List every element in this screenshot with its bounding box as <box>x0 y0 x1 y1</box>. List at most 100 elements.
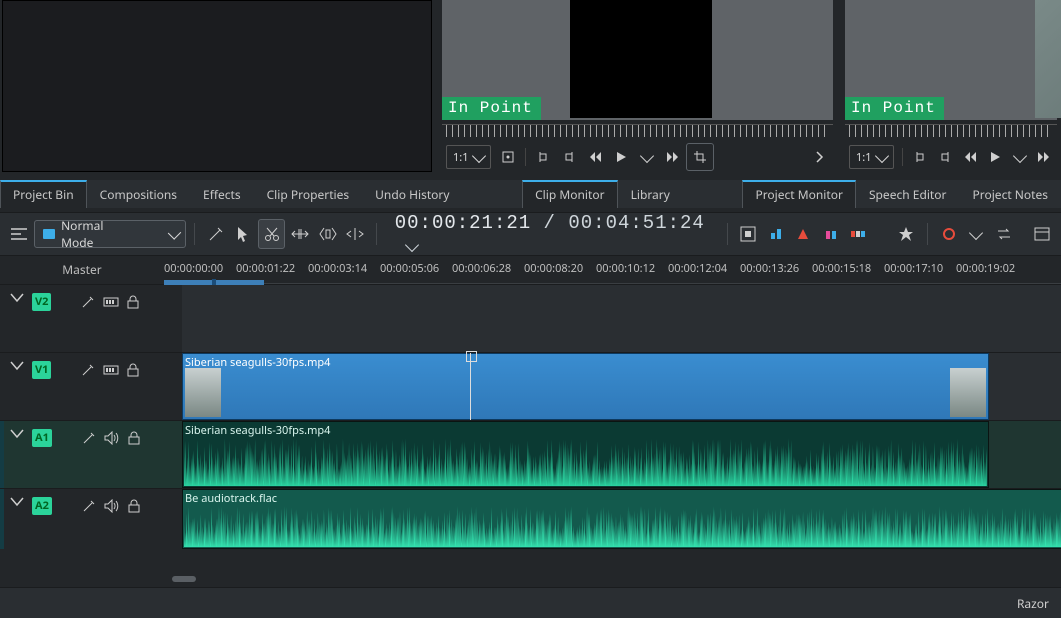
forward-icon[interactable] <box>660 144 686 170</box>
razor-tool-icon[interactable] <box>258 219 286 249</box>
track-body[interactable]: Be audiotrack.flac <box>182 489 1061 549</box>
in-point-badge: In Point <box>442 97 541 120</box>
clip-monitor-ruler[interactable] <box>442 122 833 140</box>
collapse-icon[interactable] <box>10 361 24 371</box>
edit-mode-select[interactable]: Normal Mode <box>34 220 186 248</box>
timeline: Master 00:00:00:00 00:00:01:22 00:00:03:14… <box>0 256 1061 586</box>
lock-icon[interactable] <box>128 431 140 445</box>
visibility-icon[interactable] <box>103 363 119 377</box>
ruler-label: 00:00:17:10 <box>884 261 943 276</box>
ruler-label: 00:00:01:22 <box>236 261 295 276</box>
set-out-icon[interactable] <box>932 144 957 170</box>
mix-icon[interactable] <box>736 220 762 248</box>
tab-clip-monitor[interactable]: Clip Monitor <box>522 180 617 208</box>
status-bar: Razor <box>0 587 1061 618</box>
audio-clip[interactable]: Be audiotrack.flac <box>182 489 1061 549</box>
clip-monitor-canvas[interactable]: In Point <box>442 0 833 120</box>
visibility-icon[interactable] <box>103 295 119 309</box>
zone-in-icon[interactable] <box>495 144 521 170</box>
marker-blue-icon[interactable] <box>763 220 789 248</box>
track-body[interactable]: Siberian seagulls-30fps.mp4 <box>182 353 1061 420</box>
track-v1: V1 Siberian seagulls-30fps.mp4 <box>0 352 1061 420</box>
track-body[interactable]: Siberian seagulls-30fps.mp4 <box>182 421 1061 488</box>
favorite-icon[interactable] <box>893 220 919 248</box>
effects-icon[interactable] <box>82 431 96 445</box>
video-clip[interactable]: Siberian seagulls-30fps.mp4 <box>182 353 989 420</box>
timeline-scrollbar[interactable] <box>164 574 1061 584</box>
collapse-icon[interactable] <box>10 497 24 507</box>
ruler-label: 00:00:13:26 <box>740 261 799 276</box>
set-out-icon[interactable] <box>556 144 582 170</box>
tab-project-notes[interactable]: Project Notes <box>959 181 1061 208</box>
project-zoom-select[interactable]: 1:1 <box>849 145 894 169</box>
marker-red-icon[interactable] <box>791 220 817 248</box>
set-in-icon[interactable] <box>530 144 556 170</box>
left-panel-tabs: Project BinCompositionsEffectsClip Prope… <box>0 180 463 208</box>
ripple-tool-icon[interactable] <box>342 220 368 248</box>
current-tool-label: Razor <box>1017 595 1049 612</box>
track-tag[interactable]: A2 <box>32 497 52 515</box>
play-icon[interactable] <box>982 144 1007 170</box>
marker-pink-icon[interactable] <box>818 220 844 248</box>
project-monitor-panel: In Point 1:1 <box>841 0 1061 176</box>
tab-library[interactable]: Library <box>618 181 683 208</box>
tab-undo-history[interactable]: Undo History <box>362 181 462 208</box>
wand-icon[interactable] <box>203 220 229 248</box>
clip-zoom-select[interactable]: 1:1 <box>446 145 491 169</box>
tab-effects[interactable]: Effects <box>190 181 254 208</box>
rewind-icon[interactable] <box>957 144 982 170</box>
track-tag[interactable]: V2 <box>32 293 51 311</box>
tab-project-monitor[interactable]: Project Monitor <box>742 180 856 208</box>
ruler-label: 00:00:03:14 <box>308 261 367 276</box>
loop-icon[interactable] <box>991 220 1017 248</box>
track-v2: V2 <box>0 284 1061 352</box>
lock-icon[interactable] <box>127 295 139 309</box>
tab-project-bin[interactable]: Project Bin <box>0 180 87 208</box>
play-icon[interactable] <box>608 144 634 170</box>
more-icon[interactable] <box>807 144 833 170</box>
collapse-icon[interactable] <box>10 429 24 439</box>
spacer-tool-icon[interactable] <box>287 220 313 248</box>
track-a1: A1 Siberian seagulls-30fps.mp4 <box>0 420 1061 488</box>
crop-icon[interactable] <box>686 143 714 171</box>
project-monitor-canvas[interactable]: In Point <box>845 0 1057 120</box>
slip-tool-icon[interactable] <box>315 220 341 248</box>
layout-icon[interactable] <box>1029 220 1055 248</box>
lock-icon[interactable] <box>127 363 139 377</box>
tab-speech-editor[interactable]: Speech Editor <box>856 181 960 208</box>
play-options-icon[interactable] <box>634 144 660 170</box>
marker-mix-icon[interactable] <box>846 220 872 248</box>
lock-icon[interactable] <box>128 499 140 513</box>
track-tag[interactable]: V1 <box>32 361 51 379</box>
ruler-label: 00:00:00:00 <box>164 261 223 276</box>
set-in-icon[interactable] <box>907 144 932 170</box>
ruler-label: 00:00:19:02 <box>956 261 1015 276</box>
mute-icon[interactable] <box>104 431 120 445</box>
master-label[interactable]: Master <box>0 256 164 284</box>
selection-tool-icon[interactable] <box>230 220 256 248</box>
in-point-badge: In Point <box>845 97 944 120</box>
record-icon[interactable] <box>936 220 962 248</box>
hamburger-icon[interactable] <box>6 220 32 248</box>
mute-icon[interactable] <box>104 499 120 513</box>
track-tag[interactable]: A1 <box>32 429 52 447</box>
audio-clip[interactable]: Siberian seagulls-30fps.mp4 <box>182 421 989 488</box>
ruler-label: 00:00:15:18 <box>812 261 871 276</box>
center-panel-tabs: Clip MonitorLibrary <box>522 180 683 208</box>
timeline-toolbar: Normal Mode 00:00:21:21 / 00:04:51:24 <box>0 212 1061 256</box>
play-options-icon[interactable] <box>1007 144 1032 170</box>
timecode-display[interactable]: 00:00:21:21 / 00:04:51:24 <box>395 212 709 256</box>
project-monitor-ruler[interactable] <box>845 122 1057 140</box>
rewind-icon[interactable] <box>582 144 608 170</box>
collapse-icon[interactable] <box>10 293 24 303</box>
forward-icon[interactable] <box>1032 144 1057 170</box>
tab-compositions[interactable]: Compositions <box>87 181 190 208</box>
effects-icon[interactable] <box>81 363 95 377</box>
tab-clip-properties[interactable]: Clip Properties <box>254 181 363 208</box>
ruler-label: 00:00:10:12 <box>596 261 655 276</box>
timeline-ruler[interactable]: 00:00:00:0000:00:01:2200:00:03:1400:00:0… <box>164 255 1061 284</box>
effects-icon[interactable] <box>82 499 96 513</box>
track-body[interactable] <box>182 285 1061 352</box>
effects-icon[interactable] <box>81 295 95 309</box>
record-options-icon[interactable] <box>963 220 989 248</box>
